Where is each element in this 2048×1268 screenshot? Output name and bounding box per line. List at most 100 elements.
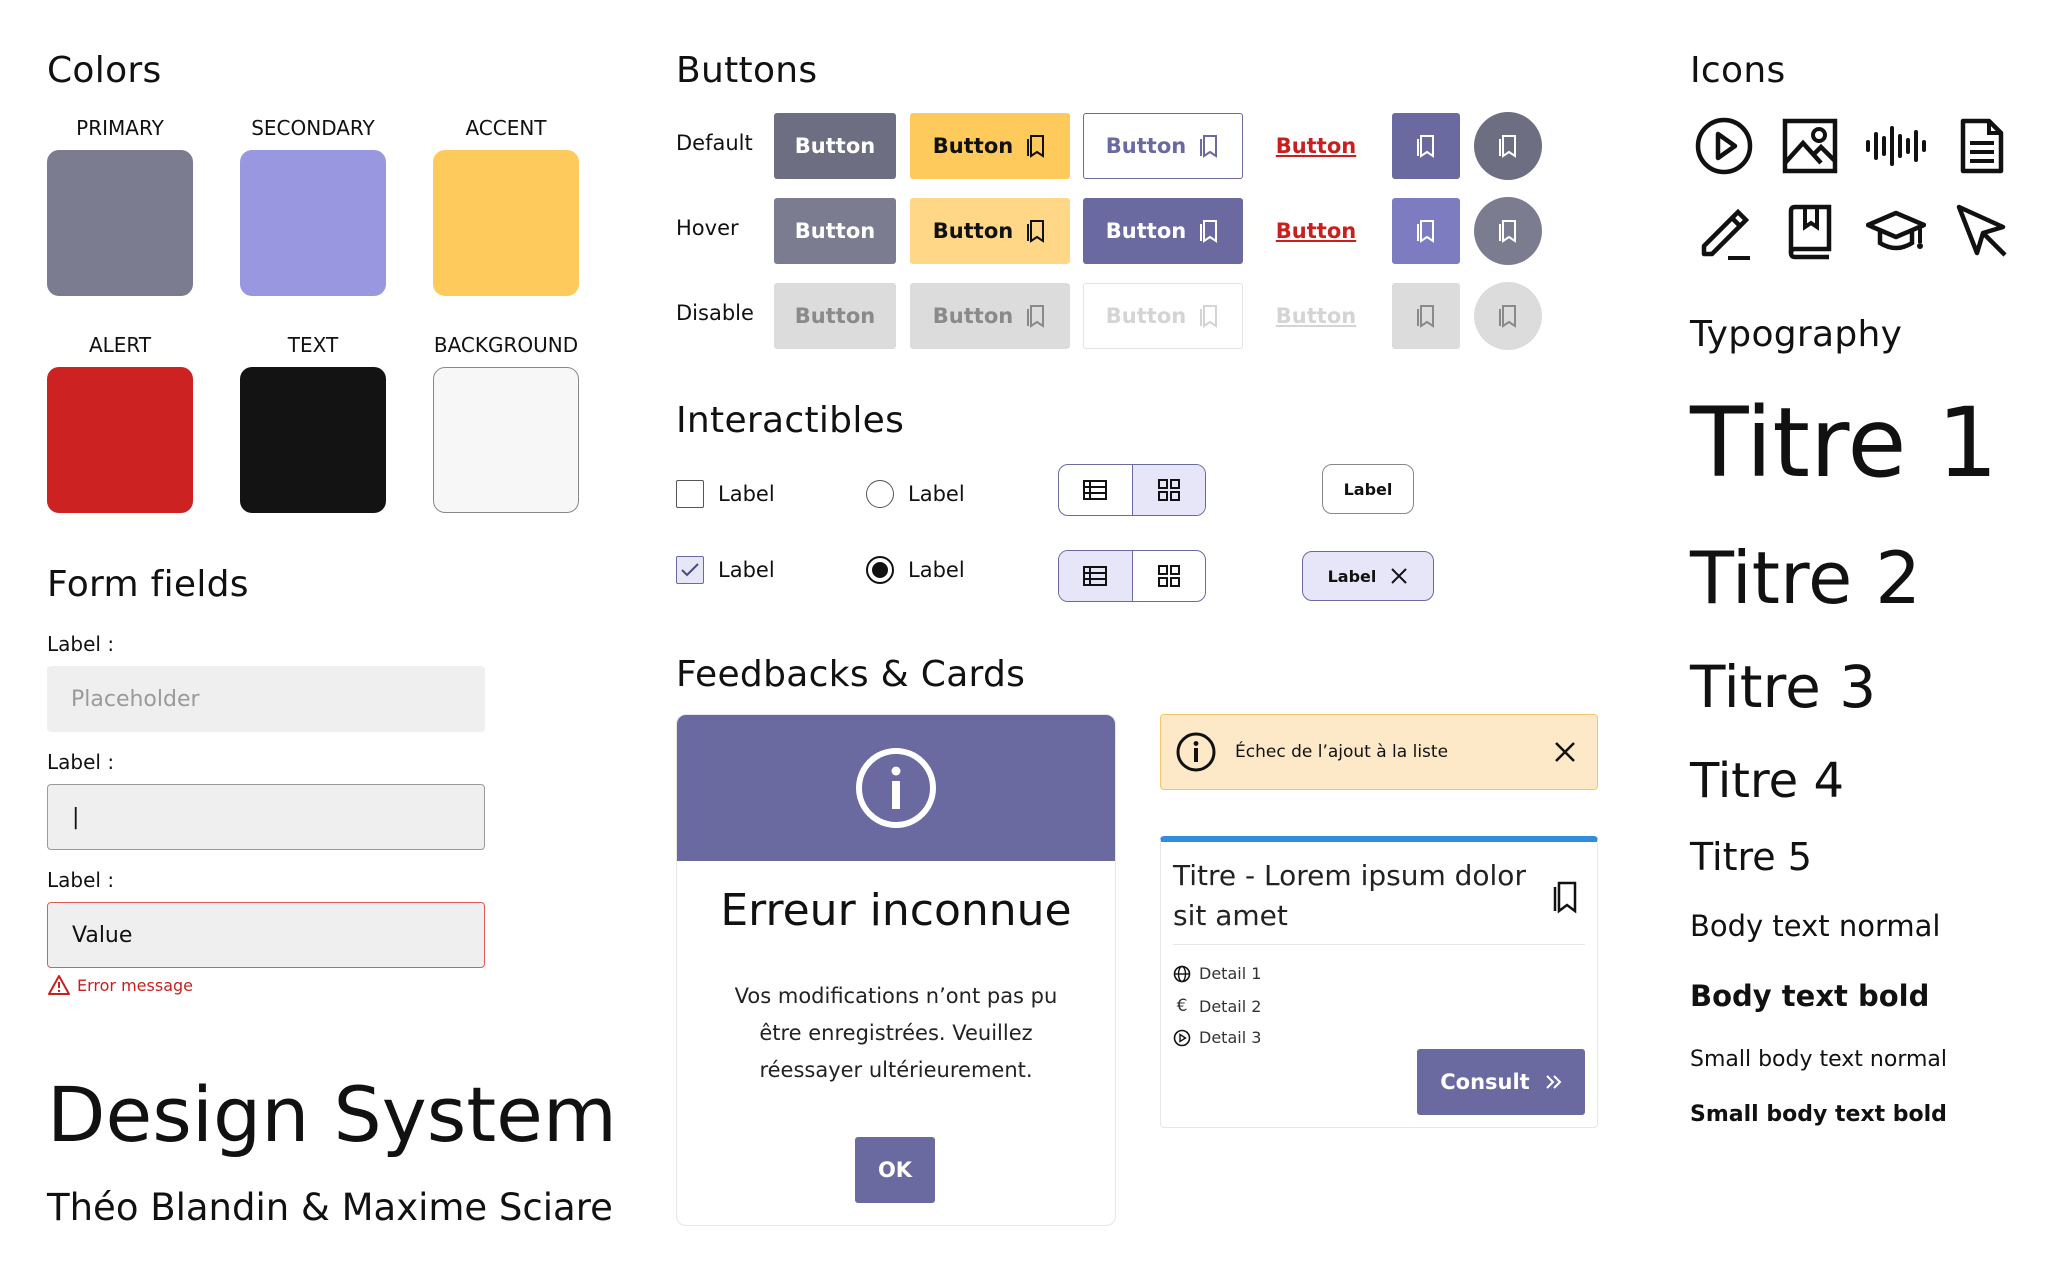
chip[interactable]: Label (1322, 464, 1414, 514)
swatch-label-background: BACKGROUND (433, 333, 579, 357)
double-chevron-right-icon (1546, 1075, 1562, 1089)
row-label-disable: Disable (676, 301, 754, 325)
checkbox-box[interactable] (676, 480, 704, 508)
radio-checked[interactable]: Label (866, 556, 965, 584)
icon-button-disabled[interactable] (1392, 283, 1460, 349)
consult-button[interactable]: Consult (1417, 1049, 1585, 1115)
button-label: Button (932, 134, 1014, 158)
close-icon[interactable] (1553, 740, 1577, 764)
euro-icon: € (1176, 996, 1188, 1016)
toast: Échec de l’ajout à la liste (1160, 714, 1598, 790)
round-icon-button-default[interactable] (1474, 112, 1542, 180)
error-message-text: Error message (77, 975, 193, 995)
swatch-secondary (240, 150, 386, 296)
outline-button-default[interactable]: Button (1083, 113, 1243, 179)
accent-button-hover[interactable]: Button (910, 198, 1070, 264)
button-label: Button (1105, 304, 1187, 328)
checkbox-unchecked[interactable]: Label (676, 480, 775, 508)
play-circle-icon (1692, 114, 1756, 178)
accent-button-disabled[interactable]: Button (910, 283, 1070, 349)
swatch-label-alert: ALERT (88, 333, 152, 357)
card-detail-3: Detail 3 (1173, 1028, 1261, 1047)
bookmark-icon (1499, 220, 1516, 243)
typo-h2: Titre 2 (1690, 536, 1922, 620)
radio-unchecked[interactable]: Label (866, 480, 965, 508)
modal-header (677, 715, 1115, 861)
card-detail-text: Detail 3 (1199, 1028, 1262, 1047)
image-icon (1778, 114, 1842, 178)
form-fields-title: Form fields (47, 564, 249, 605)
bookmark-icon[interactable] (1551, 880, 1579, 914)
placeholder-input[interactable]: Placeholder (47, 666, 485, 732)
link-button-disabled[interactable]: Button (1266, 283, 1366, 349)
primary-button-hover[interactable]: Button (774, 198, 896, 264)
round-icon-button-hover[interactable] (1474, 197, 1542, 265)
play-circle-icon (1173, 1029, 1191, 1046)
typo-h3: Titre 3 (1690, 653, 1877, 721)
interactibles-title: Interactibles (676, 400, 905, 441)
accent-button-default[interactable]: Button (910, 113, 1070, 179)
link-button-hover[interactable]: Button (1266, 198, 1366, 264)
bookmark-icon (1200, 220, 1218, 243)
grid-view-icon (1157, 565, 1180, 587)
warning-icon (48, 975, 70, 995)
view-toggle-grid-active[interactable] (1058, 464, 1206, 516)
outline-button-disabled[interactable]: Button (1083, 283, 1243, 349)
checkbox-checked[interactable]: Label (676, 556, 775, 584)
swatch-label-secondary: SECONDARY (251, 116, 375, 140)
focused-input[interactable]: | (47, 784, 485, 850)
close-icon[interactable] (1390, 567, 1408, 585)
swatch-label-primary: PRIMARY (76, 116, 164, 140)
bookmark-icon (1027, 135, 1045, 158)
bookmark-icon (1499, 135, 1516, 158)
icon-button-default[interactable] (1392, 113, 1460, 179)
link-button-default[interactable]: Button (1266, 113, 1366, 179)
colors-title: Colors (47, 50, 162, 91)
chip-selected[interactable]: Label (1302, 551, 1434, 601)
view-toggle-list-active[interactable] (1058, 550, 1206, 602)
swatch-background (433, 367, 579, 513)
buttons-title: Buttons (676, 50, 818, 91)
card-divider (1173, 944, 1585, 945)
button-label: Button (932, 219, 1014, 243)
button-label: Button (794, 219, 876, 243)
swatch-accent (433, 150, 579, 296)
check-icon (681, 563, 699, 577)
radio-button[interactable] (866, 480, 894, 508)
document-icon (1950, 114, 2014, 178)
grid-view-toggle[interactable] (1131, 551, 1206, 601)
button-label: Button (932, 304, 1014, 328)
radio-button-checked[interactable] (866, 556, 894, 584)
icons-title: Icons (1690, 50, 1786, 91)
outline-button-hover[interactable]: Button (1083, 198, 1243, 264)
swatch-text (240, 367, 386, 513)
typo-h4: Titre 4 (1690, 753, 1845, 809)
bookmark-icon (1027, 220, 1045, 243)
list-view-toggle[interactable] (1059, 551, 1132, 601)
card-detail-1: Detail 1 (1173, 964, 1261, 983)
chip-label: Label (1327, 566, 1377, 586)
primary-button-default[interactable]: Button (774, 113, 896, 179)
audio-wave-icon (1864, 114, 1928, 178)
globe-icon (1173, 965, 1191, 982)
icon-button-hover[interactable] (1392, 198, 1460, 264)
bookmark-icon (1417, 305, 1434, 328)
round-icon-button-disabled[interactable] (1474, 282, 1542, 350)
list-view-icon (1083, 480, 1108, 500)
checkbox-box-checked[interactable] (676, 556, 704, 584)
cursor-icon (1950, 200, 2014, 264)
typography-title: Typography (1690, 314, 1903, 355)
list-view-toggle[interactable] (1059, 465, 1132, 515)
button-label: Button (1105, 219, 1187, 243)
ok-button[interactable]: OK (855, 1137, 935, 1203)
primary-button-disabled[interactable]: Button (774, 283, 896, 349)
bookmark-icon (1499, 305, 1516, 328)
checkbox-label: Label (718, 558, 775, 582)
swatch-label-text: TEXT (287, 333, 339, 357)
grid-view-toggle[interactable] (1131, 465, 1205, 515)
design-system-title: Design System (47, 1070, 617, 1159)
error-input[interactable]: Value (47, 902, 485, 968)
card-detail-2: € Detail 2 (1173, 996, 1262, 1016)
error-message: Error message (47, 974, 193, 996)
toast-message: Échec de l’ajout à la liste (1235, 742, 1449, 762)
